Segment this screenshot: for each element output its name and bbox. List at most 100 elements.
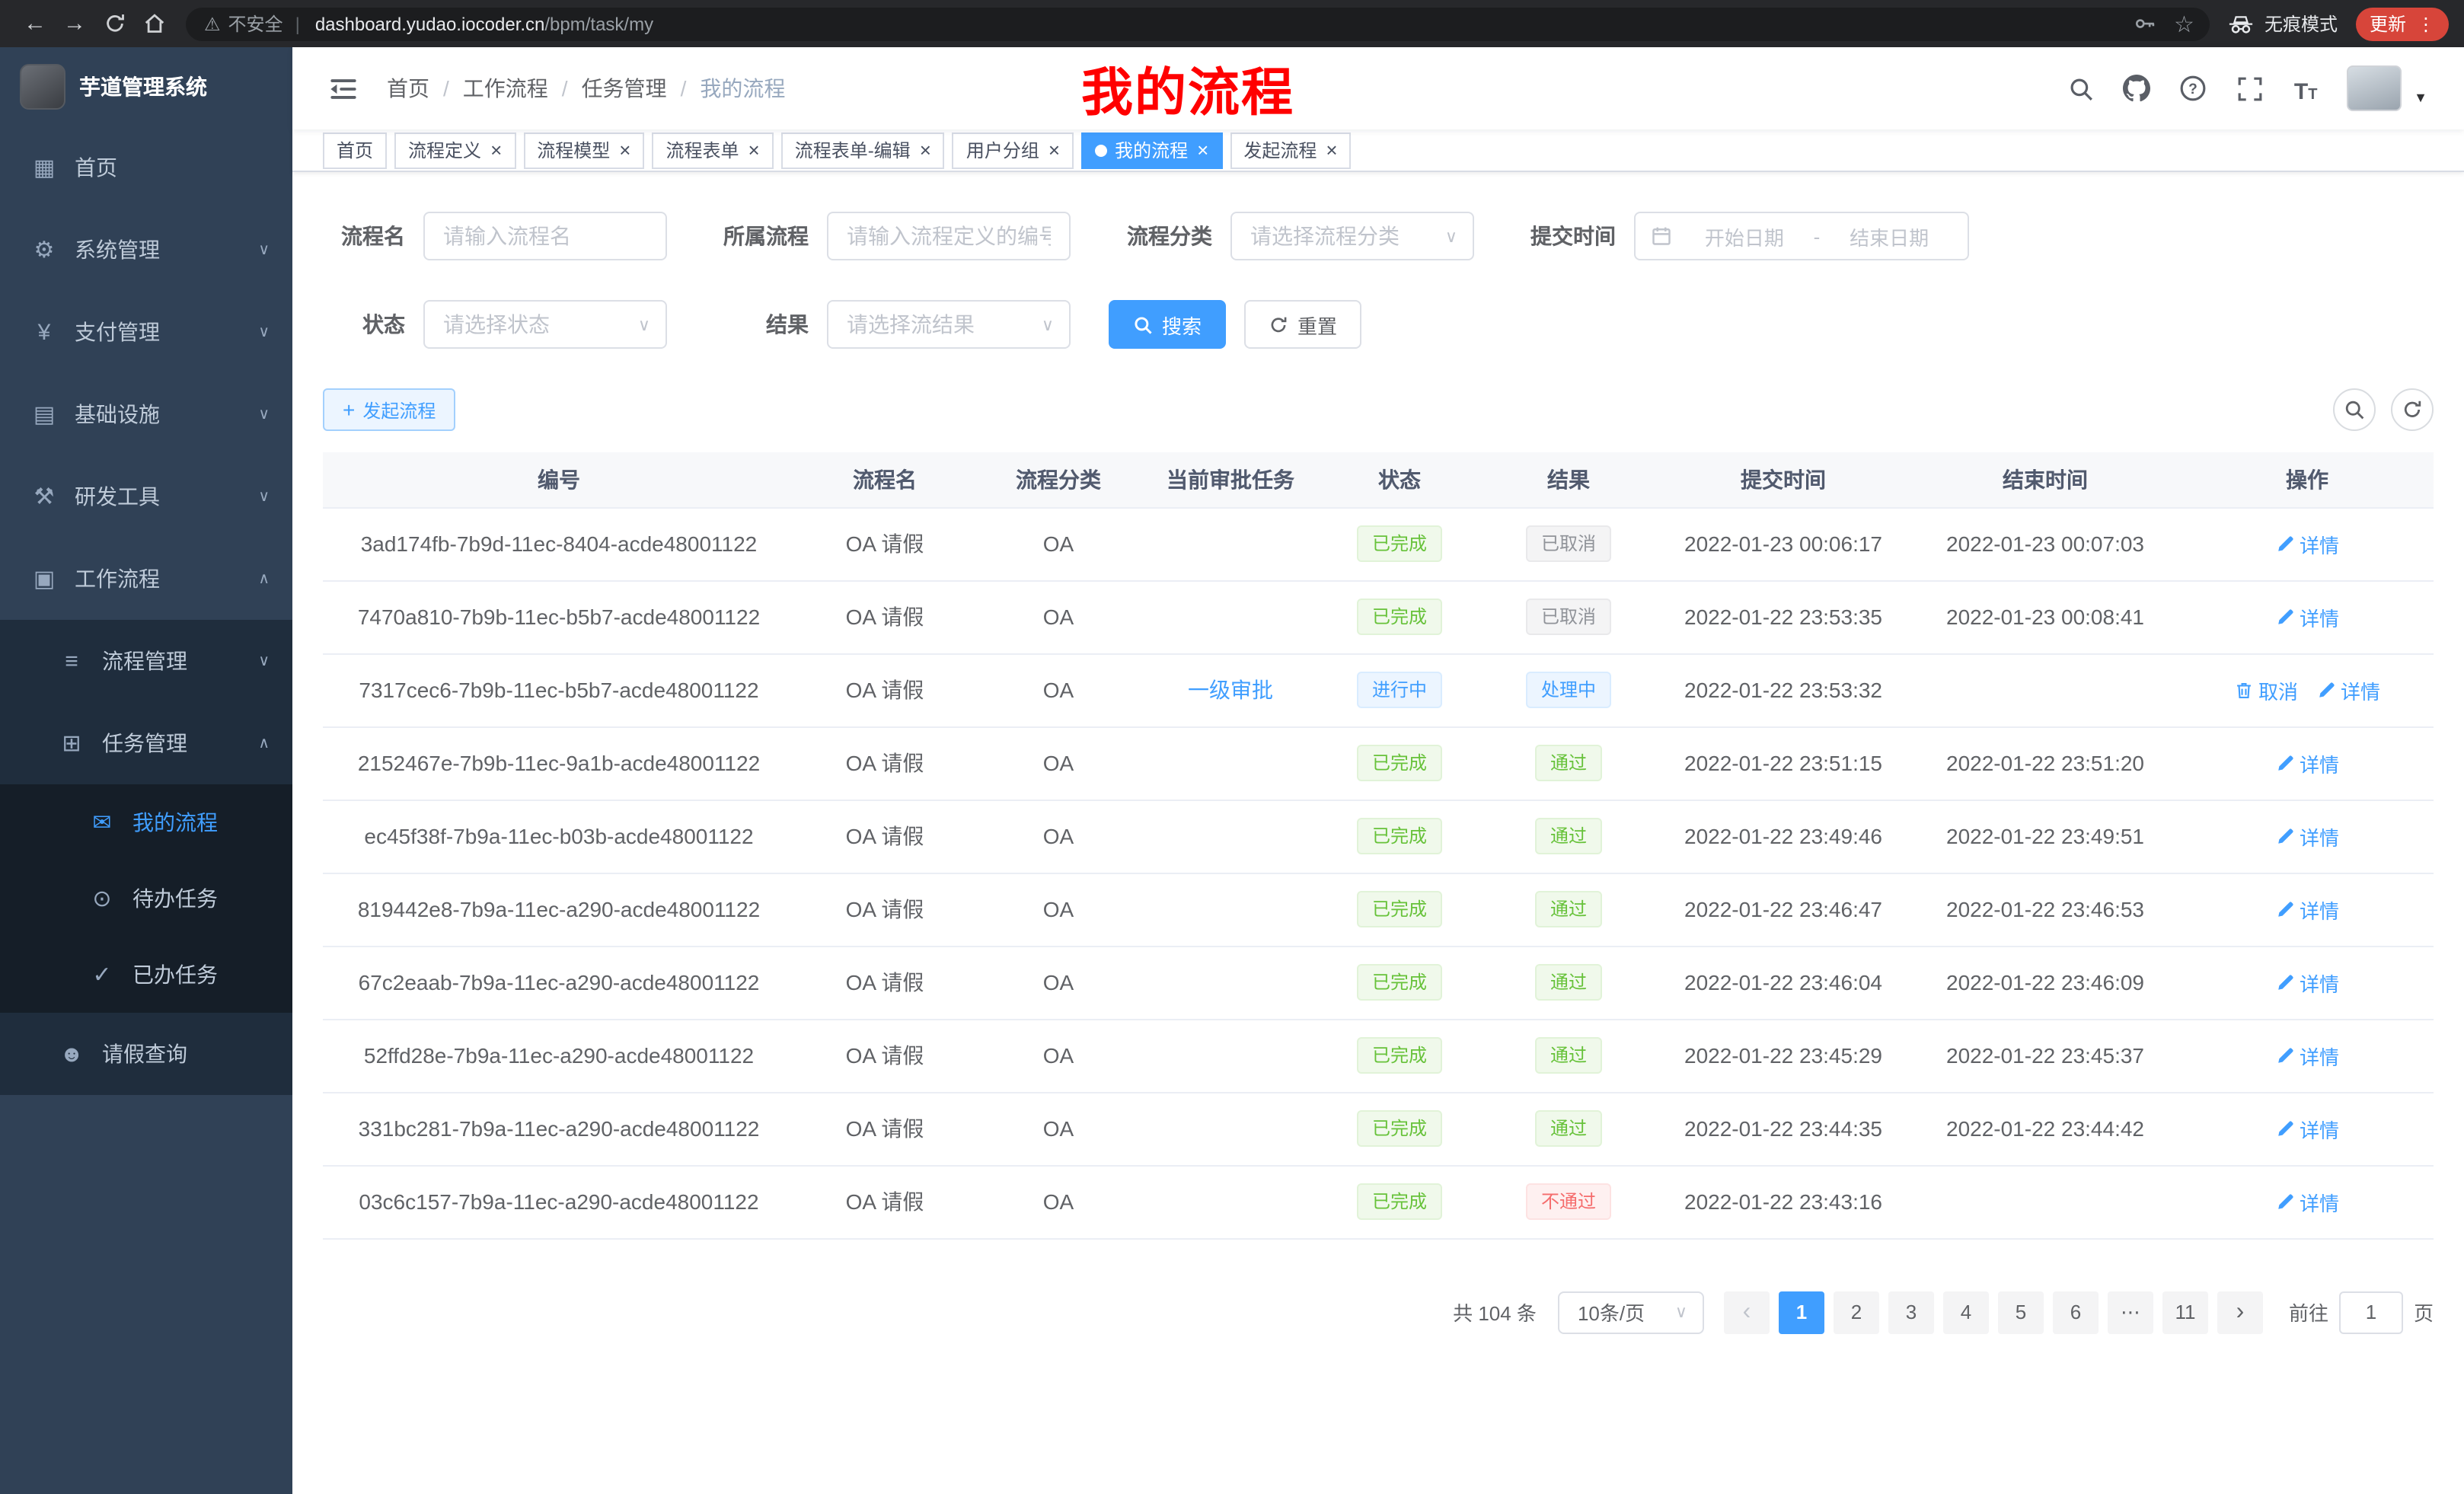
row-detail-link[interactable]: 详情	[2275, 822, 2339, 851]
tab-home[interactable]: 首页	[323, 132, 387, 168]
breadcrumb-home[interactable]: 首页	[387, 73, 429, 104]
reload-button[interactable]	[94, 4, 134, 43]
row-detail-link[interactable]: 详情	[2275, 602, 2339, 631]
refresh-table-button[interactable]	[2391, 388, 2434, 431]
prev-page-button[interactable]: ‹	[1724, 1291, 1770, 1334]
sidebar-item-payment[interactable]: ¥支付管理∨	[0, 291, 292, 373]
tab-process-form[interactable]: 流程表单×	[652, 132, 773, 168]
user-avatar[interactable]	[2347, 65, 2402, 111]
breadcrumb-task-management[interactable]: 任务管理	[582, 73, 667, 104]
security-chip[interactable]: 不安全	[228, 11, 283, 37]
tab-close-icon[interactable]: ×	[1326, 140, 1337, 160]
status-label: 状态	[323, 309, 423, 340]
forward-button[interactable]: →	[55, 4, 94, 43]
row-detail-link[interactable]: 详情	[2275, 1114, 2339, 1143]
sidebar-item-infrastructure[interactable]: ▤基础设施∨	[0, 373, 292, 455]
page-button-3[interactable]: 3	[1888, 1291, 1934, 1333]
tab-user-group[interactable]: 用户分组×	[953, 132, 1074, 168]
process-owner-label: 所属流程	[705, 221, 827, 251]
process-definition-input[interactable]	[827, 212, 1071, 260]
sidebar-item-todo-tasks[interactable]: ⊙待办任务	[0, 860, 292, 937]
password-key-icon[interactable]	[2133, 12, 2156, 35]
fullscreen-button[interactable]	[2234, 73, 2265, 104]
more-pages-button[interactable]: ⋯	[2108, 1291, 2153, 1334]
sidebar-toggle-button[interactable]	[329, 73, 359, 104]
page-button-6[interactable]: 6	[2053, 1291, 2099, 1333]
status-select[interactable]: 请选择状态 ∨	[423, 300, 667, 349]
sidebar-item-home[interactable]: ▦首页	[0, 126, 292, 209]
tab-close-icon[interactable]: ×	[920, 140, 931, 160]
cell-result: 通过	[1480, 946, 1657, 1019]
row-detail-link[interactable]: 详情	[2275, 968, 2339, 997]
page-button-5[interactable]: 5	[1998, 1291, 2044, 1333]
breadcrumb-workflow[interactable]: 工作流程	[463, 73, 548, 104]
cell-category: OA	[975, 1019, 1142, 1092]
tab-my-process[interactable]: 我的流程×	[1081, 132, 1222, 168]
row-detail-link[interactable]: 详情	[2275, 895, 2339, 924]
tab-process-definition[interactable]: 流程定义×	[394, 132, 515, 168]
browser-menu-icon[interactable]: ⋮	[2417, 13, 2435, 34]
next-page-button[interactable]: ›	[2217, 1291, 2263, 1334]
home-button[interactable]	[134, 4, 174, 43]
sidebar-item-task-management[interactable]: ⊞任务管理∧	[0, 702, 292, 784]
github-button[interactable]	[2121, 73, 2152, 104]
process-name-input[interactable]	[423, 212, 667, 260]
sidebar-item-system[interactable]: ⚙系统管理∨	[0, 209, 292, 291]
cell-status: 已完成	[1319, 873, 1480, 946]
search-button[interactable]: 搜索	[1109, 300, 1226, 349]
sidebar-item-my-process[interactable]: ✉我的流程	[0, 784, 292, 860]
reload-icon	[103, 12, 126, 35]
row-detail-link[interactable]: 详情	[2275, 1187, 2339, 1216]
row-detail-link[interactable]: 详情	[2316, 675, 2380, 704]
create-process-button[interactable]: + 发起流程	[323, 388, 455, 431]
page-button-2[interactable]: 2	[1834, 1291, 1879, 1333]
result-select[interactable]: 请选择流结果 ∨	[827, 300, 1071, 349]
tab-start-process[interactable]: 发起流程×	[1230, 132, 1351, 168]
approval-task-link[interactable]: 一级审批	[1188, 678, 1273, 702]
sidebar: 芋道管理系统 ▦首页⚙系统管理∨¥支付管理∨▤基础设施∨⚒研发工具∨▣工作流程∧…	[0, 47, 292, 1494]
tab-process-model[interactable]: 流程模型×	[523, 132, 644, 168]
edit-icon	[2275, 1192, 2295, 1211]
category-select[interactable]: 请选择流程分类 ∨	[1230, 212, 1474, 260]
submit-time-range-picker[interactable]: 开始日期 - 结束日期	[1634, 212, 1969, 260]
cell-end-time: 2022-01-22 23:46:09	[1910, 946, 2181, 1019]
back-button[interactable]: ←	[15, 4, 55, 43]
url-path: /bpm/task/my	[544, 13, 653, 34]
sidebar-menu: ▦首页⚙系统管理∨¥支付管理∨▤基础设施∨⚒研发工具∨▣工作流程∧≡流程管理∨⊞…	[0, 126, 292, 1095]
row-detail-link[interactable]: 详情	[2275, 749, 2339, 777]
sidebar-item-done-tasks[interactable]: ✓已办任务	[0, 937, 292, 1013]
sidebar-item-devtools[interactable]: ⚒研发工具∨	[0, 455, 292, 538]
pagination: 共 104 条 10条/页 ∨ ‹ 123456⋯11 › 前往 页	[323, 1291, 2434, 1334]
sidebar-item-process-management[interactable]: ≡流程管理∨	[0, 620, 292, 702]
app-logo	[20, 64, 65, 110]
tab-close-icon[interactable]: ×	[748, 140, 760, 160]
address-bar[interactable]: ⚠ 不安全 | dashboard.yudao.iocoder.cn /bpm/…	[186, 7, 2210, 40]
tab-close-icon[interactable]: ×	[1197, 140, 1208, 160]
cell-current-task	[1142, 1019, 1319, 1092]
tab-close-icon[interactable]: ×	[490, 140, 502, 160]
page-jump-input[interactable]	[2339, 1291, 2403, 1334]
tab-process-form-edit[interactable]: 流程表单-编辑×	[781, 132, 945, 168]
status-tag: 已完成	[1357, 891, 1442, 927]
page-button-1[interactable]: 1	[1779, 1291, 1824, 1333]
font-size-button[interactable]: TT	[2290, 73, 2321, 104]
page-button-11[interactable]: 11	[2162, 1291, 2208, 1333]
incognito-label: 无痕模式	[2265, 11, 2338, 37]
row-detail-link[interactable]: 详情	[2275, 529, 2339, 558]
bookmark-star-icon[interactable]: ☆	[2174, 10, 2194, 37]
sidebar-item-leave-query[interactable]: ☻请假查询	[0, 1013, 292, 1095]
row-cancel-link[interactable]: 取消	[2234, 675, 2298, 704]
edit-icon	[2275, 1119, 2295, 1138]
page-size-select[interactable]: 10条/页 ∨	[1558, 1291, 1704, 1334]
row-detail-link[interactable]: 详情	[2275, 1041, 2339, 1070]
reset-button[interactable]: 重置	[1244, 300, 1361, 349]
cell-category: OA	[975, 507, 1142, 580]
update-button[interactable]: 更新 ⋮	[2356, 7, 2449, 40]
page-button-4[interactable]: 4	[1943, 1291, 1989, 1333]
sidebar-item-workflow[interactable]: ▣工作流程∧	[0, 538, 292, 620]
header-search-button[interactable]	[2065, 73, 2095, 104]
toggle-search-button[interactable]	[2333, 388, 2376, 431]
help-button[interactable]: ?	[2178, 73, 2208, 104]
tab-close-icon[interactable]: ×	[619, 140, 630, 160]
tab-close-icon[interactable]: ×	[1048, 140, 1060, 160]
